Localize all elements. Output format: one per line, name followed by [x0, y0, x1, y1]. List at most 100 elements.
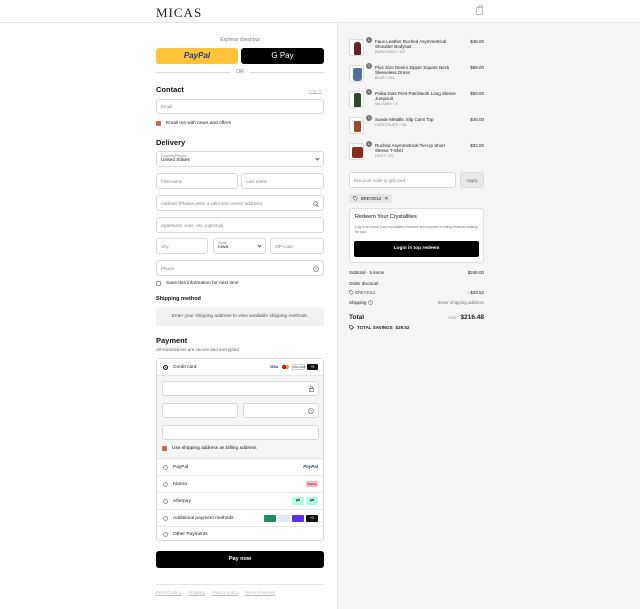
cart-item: 1 Faux Leather Ruched Asymmetrical Shoul…: [349, 37, 484, 59]
login-link[interactable]: Log in: [309, 88, 321, 93]
additional-methods-radio[interactable]: [163, 515, 168, 521]
credit-card-radio[interactable]: [163, 364, 168, 370]
phone-placeholder: Phone: [161, 265, 175, 271]
express-checkout-label: Express checkout: [220, 37, 260, 43]
billing-address-checkbox[interactable]: [162, 446, 167, 451]
contact-heading: Contact: [156, 85, 184, 94]
first-name-field[interactable]: First name: [156, 173, 238, 189]
product-price: $68.00: [470, 65, 484, 70]
cart-item: 1 Polka Dots Print Patchwork Long Sleeve…: [349, 89, 484, 111]
apply-discount-button[interactable]: Apply: [460, 172, 484, 188]
card-number-field[interactable]: [162, 381, 319, 396]
footer-links: Refund policy Shipping Privacy policy Te…: [156, 590, 281, 595]
product-name: Ruched Asymmetrical Tie-Up Short Sleeve …: [375, 143, 446, 154]
newsletter-option[interactable]: Email me with news and offers: [156, 121, 231, 126]
discount-code-chip: BREYDI12 ✕: [349, 194, 393, 203]
discount-code-input[interactable]: Discount code or gift card: [349, 172, 456, 188]
svg-text:?: ?: [310, 410, 312, 414]
email-field[interactable]: Email: [156, 99, 324, 114]
name-on-card-field[interactable]: [162, 425, 319, 440]
product-price: $48.00: [470, 39, 484, 44]
product-price: $48.00: [470, 117, 484, 122]
payment-subtitle: All transactions are secure and encrypte…: [156, 347, 241, 352]
gpay-express-button[interactable]: G Pay: [241, 48, 324, 64]
cart-item: 1 Suede Metallic Slip Cami Top CHOCOLATE…: [349, 115, 484, 137]
divider: [250, 72, 324, 73]
product-name: Faux Leather Ruched Asymmetrical Shoulde…: [375, 39, 447, 50]
address-field[interactable]: Address (Please enter a valid and correc…: [156, 195, 324, 211]
newsletter-checkbox[interactable]: [156, 121, 161, 126]
product-image: [349, 117, 364, 134]
product-image: [349, 91, 364, 108]
credit-card-form: ? Use shipping address as billing addres…: [157, 375, 323, 458]
product-variant: MILITARY / S: [375, 102, 398, 106]
close-icon[interactable]: ✕: [384, 196, 388, 202]
paypal-radio[interactable]: [163, 464, 168, 470]
payment-option-credit-card[interactable]: Credit card VISA MC DISCOVER +5: [157, 359, 323, 375]
country-select[interactable]: Country/Region United States: [156, 151, 324, 167]
total-label: Total: [349, 314, 365, 321]
privacy-policy-link[interactable]: Privacy policy: [212, 590, 238, 595]
shipping-row: Shipping ? Enter shipping address: [349, 300, 484, 306]
help-icon[interactable]: ?: [313, 266, 319, 272]
tag-icon: [349, 290, 354, 296]
product-name: Plus Size Denim Zipper Square Neck Sleev…: [375, 65, 450, 76]
afterpay-logo-icon: ⇄ ⇄: [292, 497, 318, 505]
paypal-logo-icon: PayPal: [303, 464, 318, 469]
additional-methods-label: Additional payment methods: [173, 515, 234, 521]
help-icon[interactable]: ?: [308, 408, 314, 414]
help-icon[interactable]: ?: [367, 300, 373, 306]
logo[interactable]: MICAS: [156, 5, 202, 21]
shipping-label: Shipping: [349, 300, 367, 305]
product-price: $32.00: [470, 143, 484, 148]
more-cards-badge: +5: [307, 364, 318, 370]
shopping-bag-icon[interactable]: [476, 5, 483, 15]
payment-option-klarna[interactable]: Klarna Klarna: [157, 475, 323, 492]
terms-link[interactable]: Terms of service: [245, 590, 275, 595]
other-payments-radio[interactable]: [163, 531, 168, 537]
svg-text:?: ?: [369, 301, 371, 305]
payment-option-afterpay[interactable]: Afterpay ⇄ ⇄: [157, 492, 323, 509]
crystallites-card: Redeem Your Crystallites Log in to check…: [349, 208, 484, 263]
product-variant: RUST / XS: [375, 154, 394, 158]
discount-code-row: BREYDI12 - $29.52: [349, 290, 484, 296]
klarna-radio[interactable]: [163, 481, 168, 487]
last-name-field[interactable]: Last name: [241, 173, 324, 189]
card-cvv-field[interactable]: ?: [243, 403, 319, 418]
newsletter-label: Email me with news and offers: [166, 121, 231, 126]
shipping-method-heading: Shipping method: [156, 296, 201, 302]
apartment-field[interactable]: Apartment, suite, etc. (optional): [156, 217, 324, 233]
afterpay-radio[interactable]: [163, 498, 168, 504]
save-info-label: Save this information for next time: [166, 281, 239, 286]
more-methods-badge: +3: [306, 515, 318, 522]
wallet-icon: [292, 515, 304, 522]
crystallites-login-button[interactable]: Login in top redeem: [354, 241, 479, 257]
phone-field[interactable]: Phone ?: [156, 260, 324, 276]
save-info-checkbox[interactable]: [156, 281, 161, 286]
search-icon: [313, 201, 319, 207]
shipping-method-note: Enter your shipping address to view avai…: [156, 307, 324, 326]
billing-address-option[interactable]: Use shipping address as billing address: [162, 446, 257, 451]
header: MICAS: [0, 0, 640, 23]
card-badges: VISA MC DISCOVER +5: [267, 364, 318, 370]
state-select[interactable]: State Iowa: [213, 238, 266, 254]
payment-option-additional[interactable]: Additional payment methods +3: [157, 509, 323, 526]
payment-option-paypal[interactable]: PayPal PayPal: [157, 458, 323, 475]
shipping-link[interactable]: Shipping: [189, 590, 205, 595]
city-field[interactable]: City: [156, 238, 208, 254]
paypal-express-button[interactable]: PayPal: [156, 48, 238, 64]
card-expiry-field[interactable]: [162, 403, 238, 418]
save-info-option[interactable]: Save this information for next time: [156, 281, 239, 286]
additional-methods-badges: +3: [264, 515, 318, 522]
divider: [156, 584, 324, 585]
afterpay-label: Afterpay: [173, 498, 191, 504]
total-row: Total USD $216.48: [349, 314, 484, 321]
pay-now-button[interactable]: Pay now: [156, 551, 324, 568]
payment-option-other[interactable]: Other Payments: [157, 526, 323, 541]
refund-policy-link[interactable]: Refund policy: [156, 590, 181, 595]
quantity-badge: 1: [366, 37, 372, 43]
paypal-label: PayPal: [173, 464, 189, 470]
zip-field[interactable]: ZIP code: [270, 238, 324, 254]
wallet-icon: [264, 515, 276, 522]
crystallites-title: Redeem Your Crystallites: [355, 214, 417, 220]
